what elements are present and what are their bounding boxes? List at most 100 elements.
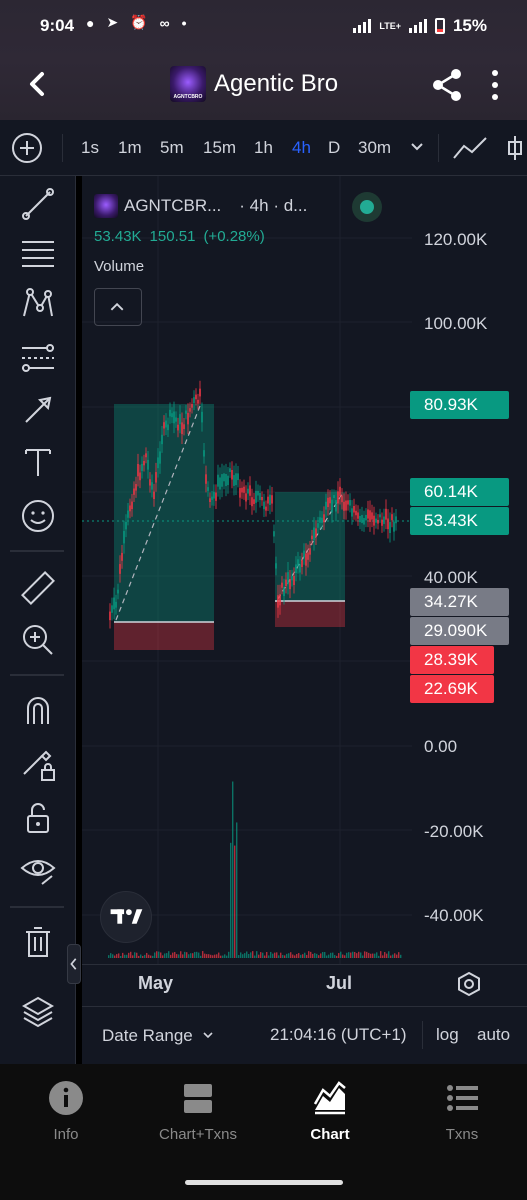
candle-body [253,499,255,505]
timezone-clock[interactable]: 21:04:16 (UTC+1) [270,1025,407,1045]
legend-symbol[interactable]: AGNTCBR... [124,196,221,216]
candle-body [207,487,209,491]
measure-tool[interactable] [18,568,58,608]
timeframe-dropdown-icon[interactable] [410,140,424,154]
nav-txns[interactable]: Txns [396,1080,527,1143]
candle-body [283,587,285,597]
candle-body [177,424,179,431]
trend-line-tool[interactable] [18,184,58,224]
zoom-tool[interactable] [18,620,58,660]
volume-bar [224,954,226,958]
price-tag-stop-2: 22.69K [410,675,494,703]
timeframe-5m[interactable]: 5m [160,138,184,158]
text-tool[interactable] [18,442,58,482]
volume-bar [318,955,320,958]
back-button[interactable] [22,66,52,102]
timeframe-30m[interactable]: 30m [358,138,391,158]
timeframe-1s[interactable]: 1s [81,138,99,158]
visibility-tool[interactable] [18,850,58,890]
candle-body [383,516,385,524]
volume-bar [150,955,152,958]
delete-tool[interactable] [18,922,58,962]
horizontal-lines-icon [22,241,54,267]
share-button[interactable] [430,68,464,102]
volume-bar [290,952,292,958]
price-tag-last: 53.43K [410,507,509,535]
volume-bar [154,952,156,958]
volume-bar [258,954,260,958]
volume-bar [380,951,382,958]
volume-bar [116,954,118,958]
magnet-tool[interactable] [18,690,58,730]
candle-body [357,512,359,519]
candle-body [203,450,205,457]
tradingview-logo[interactable] [100,891,152,943]
chart-settings-icon[interactable] [456,971,482,997]
candle-body [195,394,197,400]
collapse-legend-button[interactable] [94,288,142,326]
candle-body [121,552,123,561]
share-icon [433,69,461,101]
time-axis[interactable]: May Jul [82,964,527,1006]
pattern-tool[interactable] [18,284,58,324]
chart-area[interactable]: AGNTCBR... · 4h · d... 53.43K 150.51 (+0… [82,176,527,964]
timeframe-1h[interactable]: 1h [254,138,273,158]
forecast-tool[interactable] [18,338,58,378]
volume-bar [112,954,114,958]
candle-body [191,404,193,408]
candle-body [167,424,169,431]
collapse-panel-button[interactable] [67,944,81,984]
volume-bar [122,952,124,958]
volume-bar [232,781,234,958]
more-options-button[interactable] [484,68,506,102]
timeframe-4h[interactable]: 4h [292,138,311,158]
emoji-tool[interactable] [18,496,58,536]
candle-body [209,498,211,503]
volume-bar [328,954,330,958]
volume-bar [220,955,222,958]
volume-bar [210,954,212,958]
arrow-tool[interactable] [18,390,58,430]
auto-scale-toggle[interactable]: auto [477,1025,510,1045]
volume-bar [294,955,296,958]
nav-chart[interactable]: Chart [264,1080,396,1143]
log-scale-toggle[interactable]: log [436,1025,459,1045]
candle-body [321,517,323,523]
volume-bar [276,952,278,958]
line-chart-type-icon[interactable] [452,134,488,162]
status-bar: 9:04 ● ➤ ⏰ ∞ • LTE+ 15% [0,0,527,52]
candle-body [169,409,171,417]
candle-body [213,491,215,499]
volume-bar [302,954,304,958]
lock-drawing-tool[interactable] [18,744,58,784]
volume-bar [336,955,338,958]
timeframe-15m[interactable]: 15m [203,138,236,158]
nav-info[interactable]: Info [0,1080,132,1143]
candle-body [315,528,317,537]
volume-bar [364,951,366,958]
volume-bar [262,952,264,958]
unlock-tool[interactable] [18,798,58,838]
volume-bar [148,954,150,958]
candle-body [271,495,273,504]
candle-chart-type-icon[interactable] [503,134,527,162]
toolbar-divider [438,134,439,162]
candle-body [347,500,349,505]
pill-icon: ● [86,14,95,31]
object-tree-tool[interactable] [18,992,58,1032]
home-indicator[interactable] [185,1180,343,1185]
candle-body [291,576,293,581]
market-status-indicator[interactable] [352,192,382,222]
add-indicator-button[interactable] [12,133,42,163]
timeframe-d[interactable]: D [328,138,340,158]
volume-bar [390,955,392,958]
fib-retracement-tool[interactable] [18,234,58,274]
date-range-button[interactable]: Date Range [102,1026,193,1046]
volume-bar [222,955,224,958]
nav-chart-txns[interactable]: Chart+Txns [132,1080,264,1143]
volume-bar [130,951,132,958]
volume-bar [352,951,354,958]
chevron-down-icon[interactable] [202,1029,214,1041]
candle-body [137,463,139,477]
timeframe-1m[interactable]: 1m [118,138,142,158]
